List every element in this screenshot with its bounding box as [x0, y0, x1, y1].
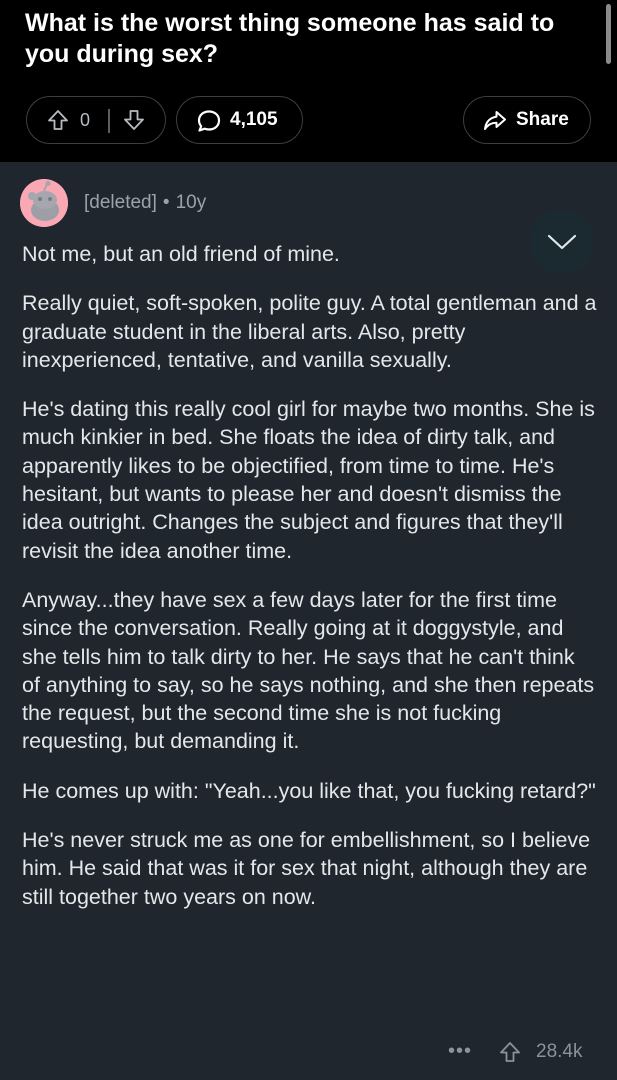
author-name[interactable]: [deleted]	[84, 192, 157, 213]
comment-paragraph: Really quiet, soft-spoken, polite guy. A…	[22, 291, 597, 372]
speech-bubble-icon	[196, 108, 222, 134]
comment-score: 28.4k	[536, 1041, 583, 1062]
upvote-icon[interactable]	[46, 108, 70, 132]
comment-age: 10y	[175, 192, 207, 213]
share-button[interactable]: Share	[463, 96, 591, 144]
share-label: Share	[516, 109, 569, 130]
vote-control: 0	[26, 96, 166, 144]
post-header: What is the worst thing someone has said…	[0, 0, 617, 152]
snoo-avatar[interactable]	[20, 179, 68, 227]
vote-count: 0	[80, 110, 91, 130]
upvote-icon[interactable]	[498, 1040, 522, 1064]
downvote-icon[interactable]	[122, 108, 146, 132]
vote-divider	[108, 109, 110, 133]
comment-footer: ••• 28.4k	[0, 1032, 617, 1072]
post-action-bar: 0 4,105 Share	[0, 96, 617, 144]
comment-paragraph: Anyway...they have sex a few days later …	[22, 587, 595, 754]
comment-paragraph: He comes up with: "Yeah...you like that,…	[22, 778, 596, 803]
post-title[interactable]: What is the worst thing someone has said…	[25, 8, 590, 70]
scrollbar[interactable]	[606, 4, 611, 64]
more-options-button[interactable]: •••	[448, 1040, 472, 1063]
comments-button[interactable]: 4,105	[176, 96, 303, 144]
share-arrow-icon	[482, 108, 508, 134]
comment-card: [deleted] • 10y Not me, but an old friend …	[0, 162, 617, 1080]
comment-meta: [deleted] • 10y	[84, 192, 206, 214]
meta-separator: •	[162, 192, 170, 213]
comment-body: Not me, but an old friend of mine. Reall…	[22, 240, 597, 932]
comment-count: 4,105	[230, 109, 278, 130]
comment-paragraph: He's never struck me as one for embellis…	[22, 828, 591, 909]
comment-paragraph: He's dating this really cool girl for ma…	[22, 397, 595, 563]
comment-paragraph: Not me, but an old friend of mine.	[22, 242, 340, 266]
reddit-comment-view: What is the worst thing someone has said…	[0, 0, 617, 1080]
